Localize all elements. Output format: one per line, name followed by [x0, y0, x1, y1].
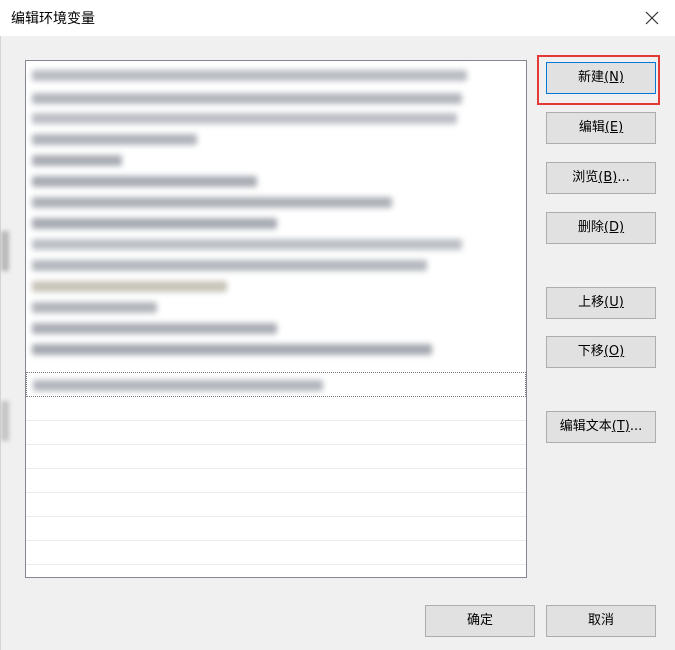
move-up-button-accel: (U)	[604, 295, 624, 310]
new-button[interactable]: 新建(N)	[546, 62, 656, 94]
list-item-selected[interactable]	[26, 372, 526, 397]
cancel-button-label: 取消	[587, 613, 614, 628]
new-button-accel: (N)	[604, 70, 624, 85]
edge-artifact	[1, 231, 9, 271]
cancel-button[interactable]: 取消	[546, 605, 656, 637]
edit-text-button-label: 编辑文本	[559, 419, 612, 434]
browse-button-suffix: ...	[617, 170, 630, 185]
list-item[interactable]	[26, 63, 526, 87]
list-item-empty[interactable]	[26, 421, 526, 445]
browse-button[interactable]: 浏览(B)...	[546, 162, 656, 194]
edge-artifact	[1, 401, 9, 441]
title-bar: 编辑环境变量	[0, 0, 675, 36]
edit-text-button-suffix: ...	[629, 419, 643, 434]
edit-button[interactable]: 编辑(E)	[546, 112, 656, 144]
move-down-button-accel: (O)	[603, 344, 625, 359]
dialog-title: 编辑环境变量	[11, 11, 95, 27]
list-item-empty[interactable]	[26, 445, 526, 469]
list-item-empty[interactable]	[26, 517, 526, 541]
edit-button-label: 编辑	[578, 120, 605, 135]
edit-text-button[interactable]: 编辑文本(T)...	[546, 411, 656, 443]
ok-button-label: 确定	[466, 613, 493, 628]
list-item-empty[interactable]	[26, 469, 526, 493]
list-item-empty[interactable]	[26, 397, 526, 421]
close-icon	[645, 11, 659, 25]
ok-button[interactable]: 确定	[425, 605, 535, 637]
env-var-list[interactable]	[25, 60, 527, 578]
move-down-button-label: 下移	[577, 344, 604, 359]
move-up-button[interactable]: 上移(U)	[546, 287, 656, 319]
list-item[interactable]	[26, 337, 526, 361]
browse-button-accel: (B)	[598, 170, 618, 185]
move-up-button-label: 上移	[578, 295, 605, 310]
close-button[interactable]	[637, 4, 667, 32]
list-item-empty[interactable]	[26, 493, 526, 517]
delete-button[interactable]: 删除(D)	[546, 212, 656, 244]
delete-button-label: 删除	[577, 220, 604, 235]
move-down-button[interactable]: 下移(O)	[546, 336, 656, 368]
delete-button-accel: (D)	[603, 220, 625, 235]
list-item-empty[interactable]	[26, 541, 526, 565]
edit-button-accel: (E)	[604, 120, 624, 135]
edit-text-button-accel: (T)	[611, 419, 630, 434]
browse-button-label: 浏览	[572, 170, 599, 185]
new-button-label: 新建	[578, 70, 605, 85]
